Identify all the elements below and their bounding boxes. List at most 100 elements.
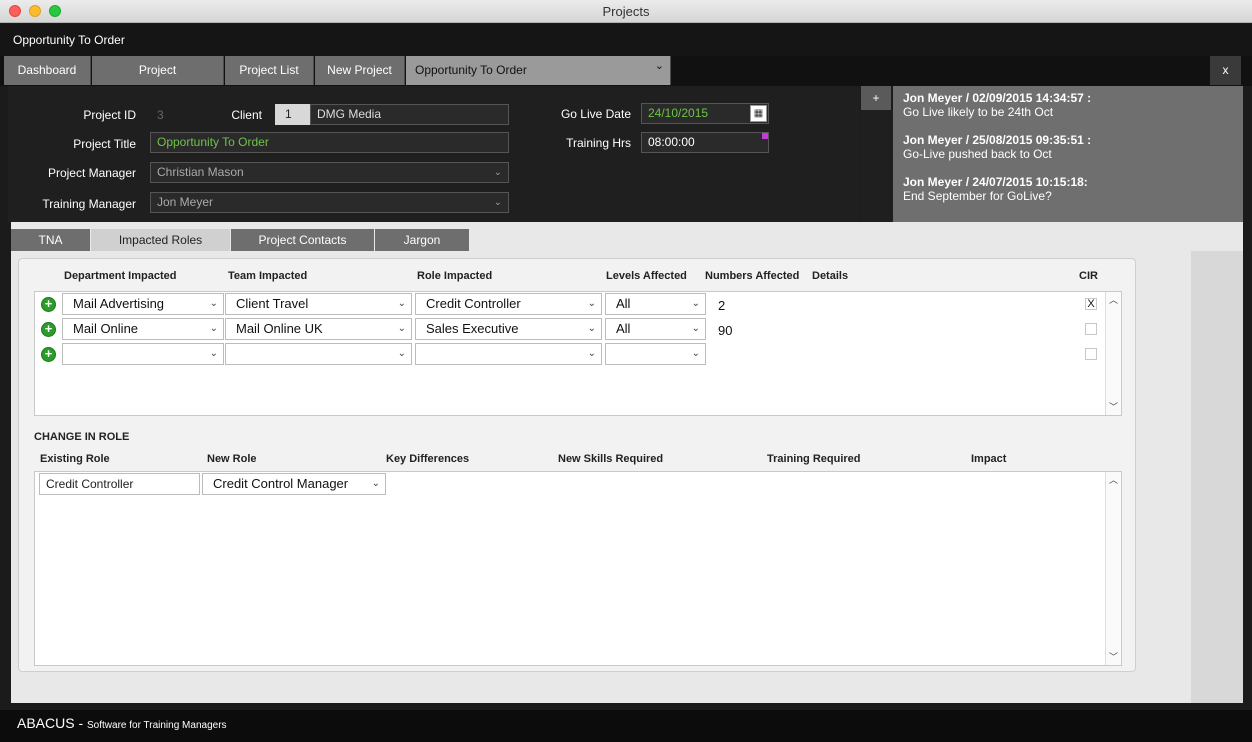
- role-select[interactable]: Sales Executive ⌄: [415, 318, 602, 340]
- note-item: Jon Meyer / 24/07/2015 10:15:18: End Sep…: [903, 175, 1235, 203]
- existing-role-input[interactable]: Credit Controller: [39, 473, 200, 495]
- window-titlebar: Projects: [0, 0, 1252, 23]
- chevron-down-icon: ⌄: [209, 348, 218, 359]
- tab-project[interactable]: Project: [92, 56, 224, 85]
- scroll-up-icon[interactable]: ︿: [1106, 473, 1121, 487]
- chevron-down-icon: ⌄: [209, 323, 218, 334]
- col-role: Role Impacted: [417, 270, 493, 282]
- training-manager-select[interactable]: Jon Meyer ⌄: [150, 192, 509, 213]
- add-row-icon[interactable]: +: [41, 297, 56, 312]
- go-live-date-input[interactable]: 24/10/2015 ▦: [641, 103, 769, 124]
- department-select[interactable]: Mail Online ⌄: [62, 318, 224, 340]
- tab-opportunity-to-order[interactable]: Opportunity To Order ⌄: [406, 56, 671, 85]
- page-title: Opportunity To Order: [0, 24, 1252, 56]
- tab-label: Dashboard: [17, 63, 77, 77]
- tab-label: Project: [138, 63, 177, 77]
- col-numbers: Numbers Affected: [705, 270, 800, 282]
- nav-bar: Dashboard Project Project List New Proje…: [0, 56, 1252, 86]
- client-name-field[interactable]: DMG Media: [310, 104, 509, 125]
- team-value: Client Travel: [236, 296, 309, 311]
- impacted-roles-table: + Mail Advertising ⌄ Client Travel ⌄ Credi…: [34, 291, 1122, 416]
- col-team: Team Impacted: [228, 270, 308, 282]
- numbers-affected-value[interactable]: 2: [718, 298, 725, 313]
- levels-value: All: [616, 296, 631, 311]
- project-manager-value: Christian Mason: [157, 165, 244, 179]
- close-tab-button[interactable]: x: [1210, 56, 1241, 85]
- go-live-label: Go Live Date: [560, 107, 631, 121]
- footer: ABACUS - Software for Training Managers: [0, 710, 1252, 742]
- tab-label: Project List: [239, 63, 299, 77]
- role-select[interactable]: ⌄: [415, 343, 602, 365]
- note-text: Go Live likely to be 24th Oct: [903, 105, 1054, 119]
- chevron-down-icon: ⌄: [371, 478, 380, 489]
- app-window: Projects Opportunity To Order Dashboard …: [0, 0, 1252, 742]
- window-edge: [1243, 86, 1252, 710]
- team-select[interactable]: Client Travel ⌄: [225, 293, 412, 315]
- tab-dashboard[interactable]: Dashboard: [4, 56, 91, 85]
- training-hrs-input[interactable]: 08:00:00: [641, 132, 769, 153]
- chevron-down-icon: ⌄: [587, 348, 596, 359]
- chevron-down-icon: ⌄: [691, 323, 700, 334]
- chevron-down-icon: ⌄: [587, 298, 596, 309]
- add-row-icon[interactable]: +: [41, 322, 56, 337]
- scroll-down-icon[interactable]: ﹀: [1106, 650, 1121, 664]
- department-value: Mail Advertising: [73, 296, 165, 311]
- project-id-value: 3: [157, 108, 164, 122]
- change-scrollbar[interactable]: ︿ ﹀: [1105, 472, 1121, 665]
- col-key-differences: Key Differences: [386, 453, 470, 465]
- team-select[interactable]: Mail Online UK ⌄: [225, 318, 412, 340]
- tab-impacted-roles[interactable]: Impacted Roles: [91, 229, 230, 251]
- levels-select[interactable]: All ⌄: [605, 318, 706, 340]
- window-title: Projects: [602, 4, 650, 19]
- cir-checkbox[interactable]: [1085, 348, 1097, 360]
- client-code-field[interactable]: 1: [275, 104, 310, 125]
- scroll-down-icon[interactable]: ﹀: [1106, 400, 1121, 414]
- col-existing-role: Existing Role: [40, 453, 110, 465]
- chevron-down-icon: ⌄: [397, 298, 406, 309]
- project-title-input[interactable]: Opportunity To Order: [150, 132, 509, 153]
- team-select[interactable]: ⌄: [225, 343, 412, 365]
- roles-scrollbar[interactable]: ︿ ﹀: [1105, 292, 1121, 415]
- add-note-button[interactable]: +: [861, 86, 891, 110]
- levels-select[interactable]: ⌄: [605, 343, 706, 365]
- panel-divider: [861, 110, 893, 222]
- note-item: Jon Meyer / 25/08/2015 09:35:51 : Go-Liv…: [903, 133, 1235, 161]
- training-hrs-label: Training Hrs: [566, 136, 631, 150]
- chevron-down-icon: ⌄: [397, 348, 406, 359]
- col-department: Department Impacted: [64, 270, 177, 282]
- flag-marker-icon: [762, 133, 768, 139]
- project-manager-select[interactable]: Christian Mason ⌄: [150, 162, 509, 183]
- note-text: End September for GoLive?: [903, 189, 1052, 203]
- project-title-label: Project Title: [73, 137, 136, 151]
- numbers-affected-value[interactable]: 90: [718, 323, 732, 338]
- chevron-down-icon: ⌄: [587, 323, 596, 334]
- tab-project-list[interactable]: Project List: [225, 56, 314, 85]
- training-manager-label: Training Manager: [42, 197, 136, 211]
- col-training-required: Training Required: [767, 453, 861, 465]
- note-item: Jon Meyer / 02/09/2015 14:34:57 : Go Liv…: [903, 91, 1235, 119]
- new-role-select[interactable]: Credit Control Manager ⌄: [202, 473, 386, 495]
- chevron-down-icon: ⌄: [691, 298, 700, 309]
- add-row-icon[interactable]: +: [41, 347, 56, 362]
- tab-tna[interactable]: TNA: [11, 229, 90, 251]
- tab-jargon[interactable]: Jargon: [375, 229, 469, 251]
- change-in-role-title: CHANGE IN ROLE: [34, 431, 130, 443]
- chevron-down-icon: ⌄: [691, 348, 700, 359]
- role-select[interactable]: Credit Controller ⌄: [415, 293, 602, 315]
- training-hrs-value: 08:00:00: [648, 135, 695, 149]
- department-select[interactable]: Mail Advertising ⌄: [62, 293, 224, 315]
- cir-checkbox[interactable]: X: [1085, 298, 1097, 310]
- change-in-role-table: Credit Controller Credit Control Manager…: [34, 471, 1122, 666]
- levels-select[interactable]: All ⌄: [605, 293, 706, 315]
- tab-project-contacts[interactable]: Project Contacts: [231, 229, 374, 251]
- calendar-icon[interactable]: ▦: [750, 105, 767, 122]
- project-id-label: Project ID: [83, 108, 136, 122]
- cir-checkbox[interactable]: [1085, 323, 1097, 335]
- note-text: Go-Live pushed back to Oct: [903, 147, 1052, 161]
- chevron-down-icon: ⌄: [397, 323, 406, 334]
- tab-new-project[interactable]: New Project: [315, 56, 405, 85]
- scroll-up-icon[interactable]: ︿: [1106, 293, 1121, 307]
- client-label: Client: [231, 108, 262, 122]
- chevron-down-icon[interactable]: ⌄: [655, 52, 664, 81]
- department-select[interactable]: ⌄: [62, 343, 224, 365]
